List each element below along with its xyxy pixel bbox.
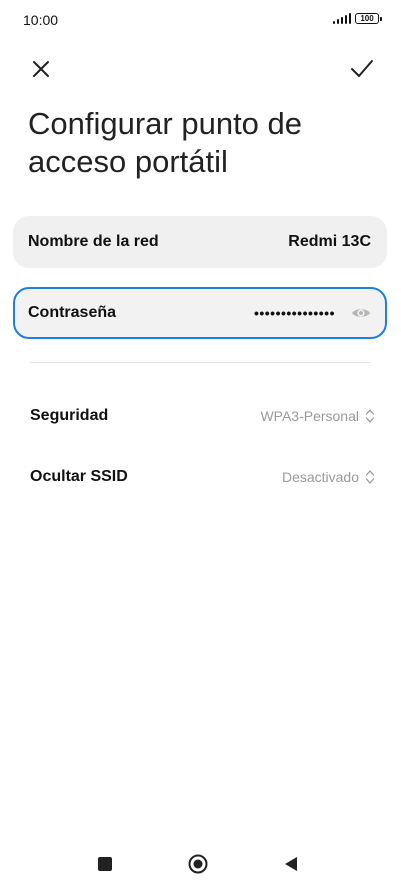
circle-icon[interactable] bbox=[188, 854, 208, 874]
confirm-button[interactable] bbox=[347, 54, 377, 84]
updown-chevron-icon bbox=[365, 409, 375, 423]
close-button[interactable] bbox=[26, 54, 56, 84]
close-icon bbox=[33, 61, 49, 77]
network-name-value: Redmi 13C bbox=[288, 233, 371, 250]
security-row[interactable]: Seguridad WPA3-Personal bbox=[30, 401, 375, 431]
password-field[interactable]: Contraseña ••••••••••••••• bbox=[13, 287, 387, 339]
password-value[interactable]: ••••••••••••••• bbox=[254, 305, 335, 321]
signal-icon bbox=[332, 13, 351, 24]
password-label: Contraseña bbox=[28, 304, 117, 321]
updown-chevron-icon bbox=[365, 470, 375, 484]
eye-icon[interactable] bbox=[351, 306, 371, 320]
battery-level: 100 bbox=[360, 14, 374, 23]
hide-ssid-label: Ocultar SSID bbox=[30, 468, 128, 485]
check-icon bbox=[351, 60, 373, 77]
hide-ssid-row[interactable]: Ocultar SSID Desactivado bbox=[30, 462, 375, 492]
square-icon[interactable] bbox=[98, 857, 112, 871]
security-value: WPA3-Personal bbox=[260, 408, 359, 424]
hide-ssid-value: Desactivado bbox=[281, 469, 359, 485]
status-bar: 10:00 100 bbox=[0, 0, 401, 40]
network-name-label: Nombre de la red bbox=[28, 233, 159, 250]
navigation-bar bbox=[0, 852, 401, 878]
page-title: Configurar punto de acceso portátil bbox=[28, 106, 303, 179]
triangle-back-icon[interactable] bbox=[283, 856, 299, 872]
divider bbox=[30, 362, 371, 363]
security-label: Seguridad bbox=[30, 407, 109, 424]
top-bar bbox=[0, 54, 401, 84]
battery-icon: 100 bbox=[355, 13, 382, 24]
status-time: 10:00 bbox=[23, 12, 59, 28]
network-name-field[interactable]: Nombre de la red Redmi 13C bbox=[13, 216, 387, 268]
status-icons: 100 bbox=[332, 13, 382, 24]
